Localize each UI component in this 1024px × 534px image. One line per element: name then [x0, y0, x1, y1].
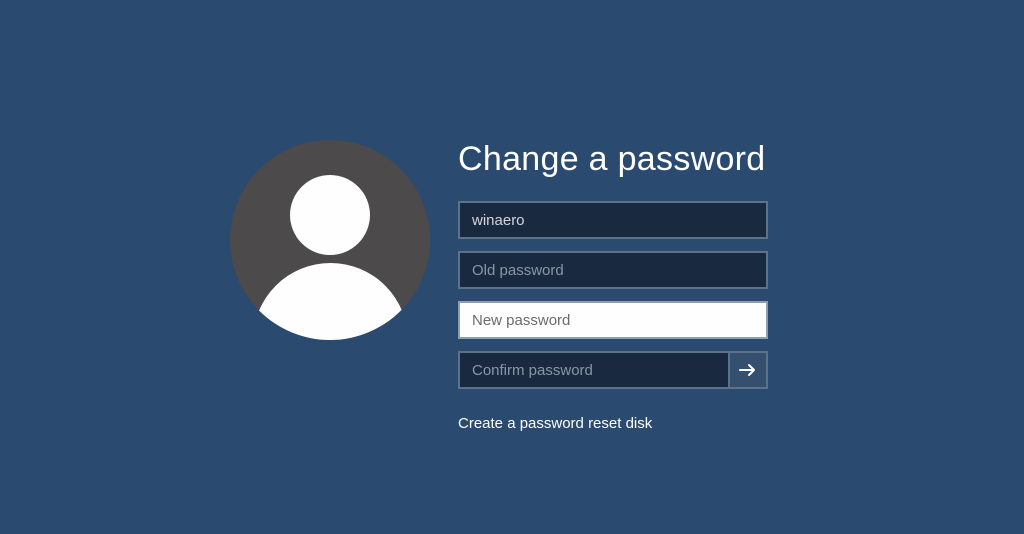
avatar-head-icon — [290, 175, 370, 255]
username-field[interactable] — [458, 201, 768, 239]
avatar-body-icon — [253, 263, 408, 340]
confirm-password-field[interactable] — [458, 351, 730, 389]
user-avatar — [230, 140, 430, 340]
new-password-field[interactable] — [458, 301, 768, 339]
username-row — [458, 201, 768, 239]
arrow-right-icon — [739, 363, 757, 377]
old-password-field[interactable] — [458, 251, 768, 289]
old-password-row — [458, 251, 768, 289]
confirm-password-row — [458, 351, 768, 389]
new-password-row — [458, 301, 768, 339]
password-form: Change a password Create a password rese… — [458, 140, 768, 433]
page-title: Change a password — [458, 140, 768, 179]
change-password-panel: Change a password Create a password rese… — [230, 140, 768, 433]
password-reset-disk-link[interactable]: Create a password reset disk — [458, 415, 652, 432]
submit-button[interactable] — [730, 351, 768, 389]
